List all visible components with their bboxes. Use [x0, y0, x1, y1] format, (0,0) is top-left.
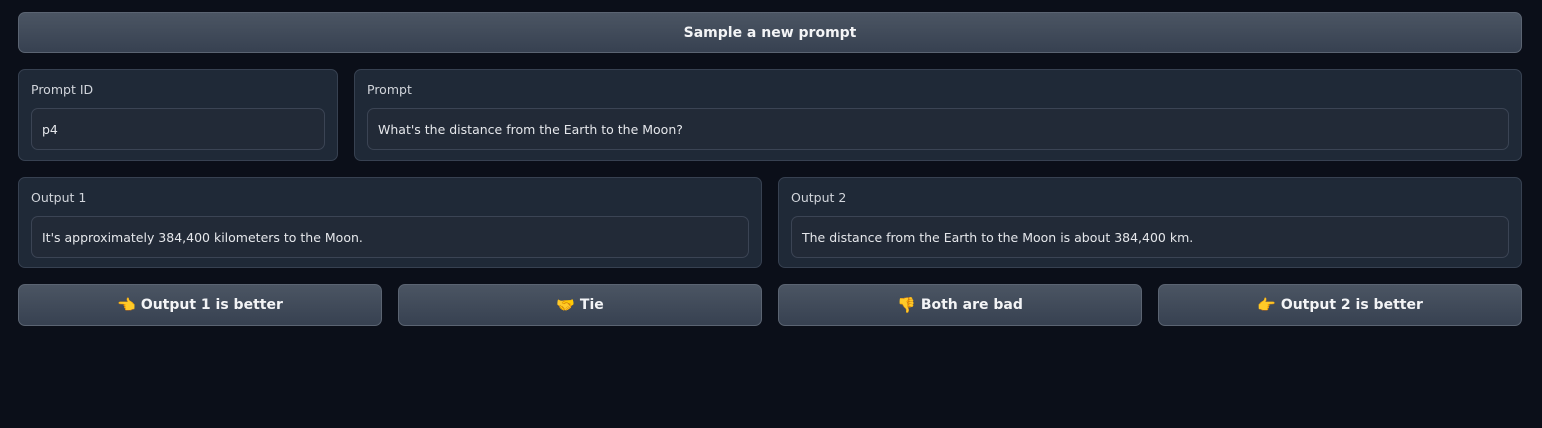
handshake-icon: 🤝 [556, 296, 575, 314]
prompt-id-panel: Prompt ID p4 [18, 69, 338, 161]
both-bad-label: Both are bad [920, 297, 1023, 313]
output-2-better-button[interactable]: 👉 Output 2 is better [1158, 284, 1522, 326]
point-right-icon: 👉 [1257, 296, 1276, 314]
output-2-label: Output 2 [791, 190, 847, 205]
output-2-better-label: Output 2 is better [1280, 297, 1423, 313]
prompt-id-field[interactable]: p4 [31, 108, 325, 150]
sample-new-prompt-label: Sample a new prompt [683, 24, 857, 41]
point-left-icon: 👈 [117, 296, 136, 314]
thumbs-down-icon: 👎 [897, 296, 916, 314]
output-1-better-label: Output 1 is better [140, 297, 283, 313]
output-1-field[interactable]: It's approximately 384,400 kilometers to… [31, 216, 749, 258]
prompt-field[interactable]: What's the distance from the Earth to th… [367, 108, 1509, 150]
tie-button[interactable]: 🤝 Tie [398, 284, 762, 326]
app-root: Sample a new prompt Prompt ID p4 Prompt … [0, 0, 1542, 428]
prompt-panel: Prompt What's the distance from the Eart… [354, 69, 1522, 161]
output-2-panel: Output 2 The distance from the Earth to … [778, 177, 1522, 268]
output-2-field[interactable]: The distance from the Earth to the Moon … [791, 216, 1509, 258]
output-1-better-button[interactable]: 👈 Output 1 is better [18, 284, 382, 326]
prompt-label: Prompt [367, 82, 412, 97]
both-bad-button[interactable]: 👎 Both are bad [778, 284, 1142, 326]
prompt-id-label: Prompt ID [31, 82, 94, 97]
output-1-panel: Output 1 It's approximately 384,400 kilo… [18, 177, 762, 268]
tie-label: Tie [579, 297, 604, 313]
sample-new-prompt-button[interactable]: Sample a new prompt [18, 12, 1522, 53]
output-1-label: Output 1 [31, 190, 87, 205]
